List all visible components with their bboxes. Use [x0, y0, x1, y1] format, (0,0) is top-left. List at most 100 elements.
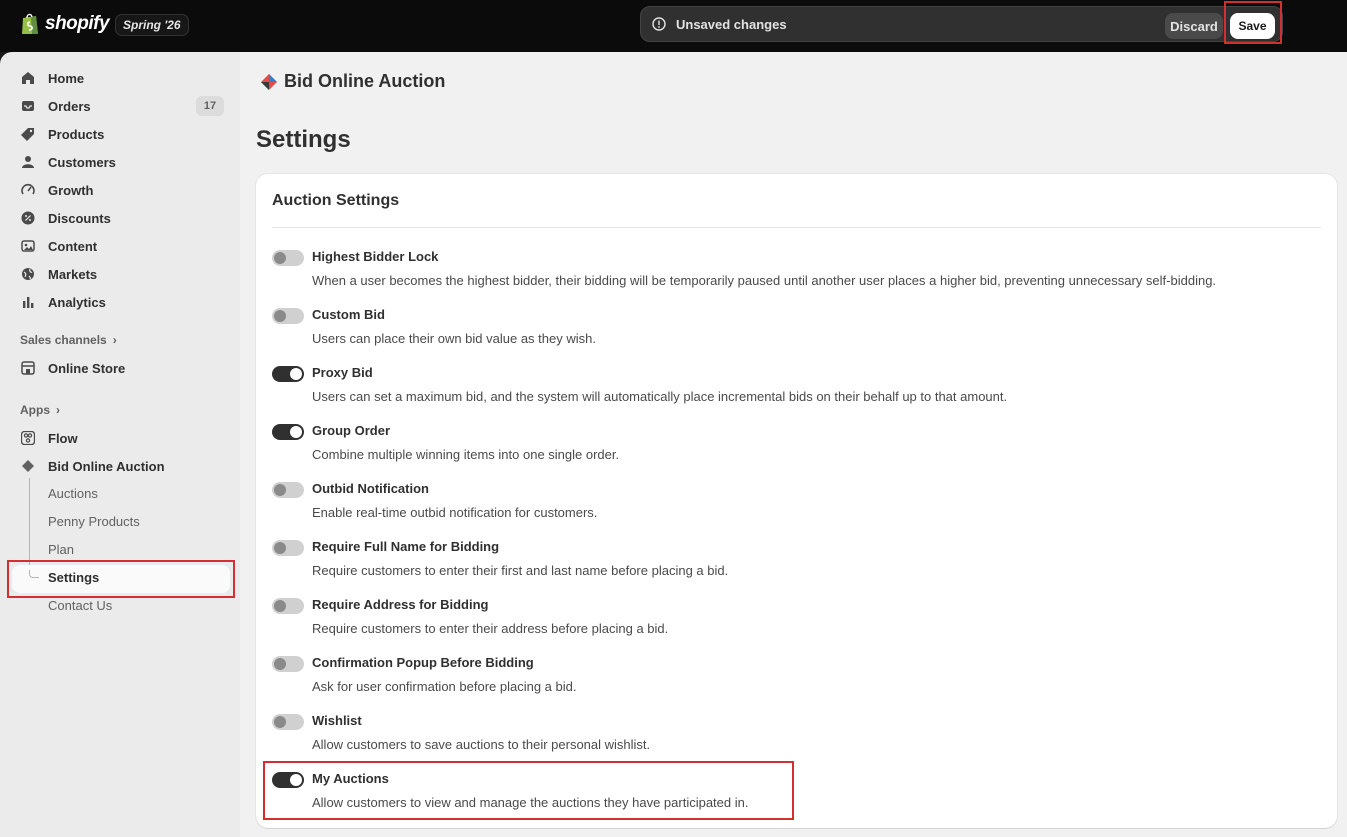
section-label: Sales channels [20, 333, 107, 347]
confirmation-popup-toggle[interactable] [272, 656, 304, 672]
setting-outbid-notification: Outbid Notification Enable real-time out… [272, 481, 1312, 531]
setting-label: Confirmation Popup Before Bidding [312, 655, 534, 670]
sidebar-item-label: Growth [48, 182, 94, 198]
info-icon [652, 17, 666, 31]
sidebar-item-label: Flow [48, 430, 78, 446]
top-bar: shopify Spring '26 Unsaved changes Disca… [0, 0, 1347, 52]
sidebar-subitem-plan[interactable]: Plan [48, 540, 74, 560]
setting-label: Custom Bid [312, 307, 385, 322]
sidebar-item-label: Products [48, 126, 105, 142]
page-title: Settings [256, 126, 351, 153]
auction-settings-card: Auction Settings Highest Bidder Lock Whe… [256, 174, 1337, 828]
require-full-name-toggle[interactable] [272, 540, 304, 556]
group-order-toggle[interactable] [272, 424, 304, 440]
sidebar-item-markets[interactable]: Markets [20, 263, 97, 285]
setting-description: Require customers to enter their first a… [312, 563, 729, 578]
apps-header[interactable]: Apps › [20, 403, 60, 417]
settings-highlight [7, 560, 235, 598]
sidebar-item-label: Analytics [48, 294, 106, 310]
sidebar-item-content[interactable]: Content [20, 235, 97, 257]
sidebar-item-flow[interactable]: Flow [20, 427, 78, 449]
discard-button[interactable]: Discard [1165, 13, 1223, 39]
auction-app-logo-icon [261, 73, 277, 90]
unsaved-changes-message: Unsaved changes [676, 17, 787, 32]
setting-description: Allow customers to save auctions to thei… [312, 737, 651, 752]
image-icon [20, 238, 36, 254]
flow-icon [20, 430, 36, 446]
sidebar-item-label: Online Store [48, 360, 126, 376]
sidebar-subitem-penny-products[interactable]: Penny Products [48, 512, 140, 532]
setting-description: Users can set a maximum bid, and the sys… [312, 389, 1008, 404]
tag-icon [20, 126, 36, 142]
sidebar-item-label: Bid Online Auction [48, 458, 165, 474]
require-address-toggle[interactable] [272, 598, 304, 614]
sidebar-item-analytics[interactable]: Analytics [20, 291, 106, 313]
card-title: Auction Settings [272, 192, 400, 209]
sidebar-item-orders[interactable]: Orders [20, 95, 91, 117]
sidebar-item-discounts[interactable]: Discounts [20, 207, 111, 229]
setting-label: Highest Bidder Lock [312, 249, 439, 264]
setting-proxy-bid: Proxy Bid Users can set a maximum bid, a… [272, 365, 1312, 415]
sidebar-item-online-store[interactable]: Online Store [20, 357, 125, 379]
sidebar-item-label: Home [48, 70, 85, 86]
contextual-save-bar: Unsaved changes Discard Save [640, 6, 1283, 42]
app-title-text: Bid Online Auction [284, 71, 446, 91]
brand-name: shopify [45, 13, 110, 34]
chevron-right-icon: › [112, 333, 117, 347]
orders-count-badge: 17 [196, 96, 224, 116]
sidebar-item-home[interactable]: Home [20, 67, 84, 89]
setting-description: Combine multiple winning items into one … [312, 447, 620, 462]
shopify-logo[interactable]: shopify [20, 12, 110, 36]
proxy-bid-toggle[interactable] [272, 366, 304, 382]
chevron-right-icon: › [56, 403, 60, 417]
setting-description: Users can place their own bid value as t… [312, 331, 596, 346]
my-auctions-highlight [263, 761, 794, 820]
divider [272, 227, 1321, 228]
sidebar-item-growth[interactable]: Growth [20, 179, 94, 201]
setting-wishlist: Wishlist Allow customers to save auction… [272, 713, 1312, 763]
setting-group-order: Group Order Combine multiple winning ite… [272, 423, 1312, 473]
setting-require-address: Require Address for Bidding Require cust… [272, 597, 1312, 647]
sidebar-item-label: Discounts [48, 210, 111, 226]
setting-confirmation-popup: Confirmation Popup Before Bidding Ask fo… [272, 655, 1312, 705]
sidebar-subitem-contact-us[interactable]: Contact Us [48, 596, 112, 616]
setting-label: Wishlist [312, 713, 362, 728]
sidebar-subitem-auctions[interactable]: Auctions [48, 484, 98, 504]
setting-label: Outbid Notification [312, 481, 429, 496]
globe-icon [20, 266, 36, 282]
save-button-highlight [1224, 1, 1282, 44]
setting-require-full-name: Require Full Name for Bidding Require cu… [272, 539, 1312, 589]
sidebar-item-customers[interactable]: Customers [20, 151, 116, 173]
outbid-notification-toggle[interactable] [272, 482, 304, 498]
discount-icon [20, 210, 36, 226]
sidebar-item-label: Orders [48, 98, 91, 114]
auction-app-icon [20, 458, 36, 474]
wishlist-toggle[interactable] [272, 714, 304, 730]
sales-channels-header[interactable]: Sales channels › [20, 333, 117, 347]
setting-highest-bidder-lock: Highest Bidder Lock When a user becomes … [272, 249, 1312, 299]
sidebar-item-label: Content [48, 238, 98, 254]
sidebar-item-products[interactable]: Products [20, 123, 104, 145]
setting-description: When a user becomes the highest bidder, … [312, 273, 1217, 288]
setting-description: Require customers to enter their address… [312, 621, 669, 636]
sidebar-item-label: Customers [48, 154, 116, 170]
setting-label: Require Full Name for Bidding [312, 539, 500, 554]
edition-badge[interactable]: Spring '26 [115, 14, 189, 36]
setting-custom-bid: Custom Bid Users can place their own bid… [272, 307, 1312, 357]
setting-label: Require Address for Bidding [312, 597, 489, 612]
sidebar-item-label: Markets [48, 266, 98, 282]
bar-chart-icon [20, 294, 36, 310]
setting-description: Enable real-time outbid notification for… [312, 505, 598, 520]
section-label: Apps [20, 403, 50, 417]
setting-label: Group Order [312, 423, 391, 438]
person-icon [20, 154, 36, 170]
shopify-bag-icon [22, 13, 38, 34]
setting-description: Ask for user confirmation before placing… [312, 679, 577, 694]
custom-bid-toggle[interactable] [272, 308, 304, 324]
inbox-icon [20, 98, 36, 114]
sidebar-item-bid-online-auction[interactable]: Bid Online Auction [20, 455, 165, 477]
highest-bidder-lock-toggle[interactable] [272, 250, 304, 266]
home-icon [20, 70, 36, 86]
store-icon [20, 360, 36, 376]
setting-label: Proxy Bid [312, 365, 373, 380]
